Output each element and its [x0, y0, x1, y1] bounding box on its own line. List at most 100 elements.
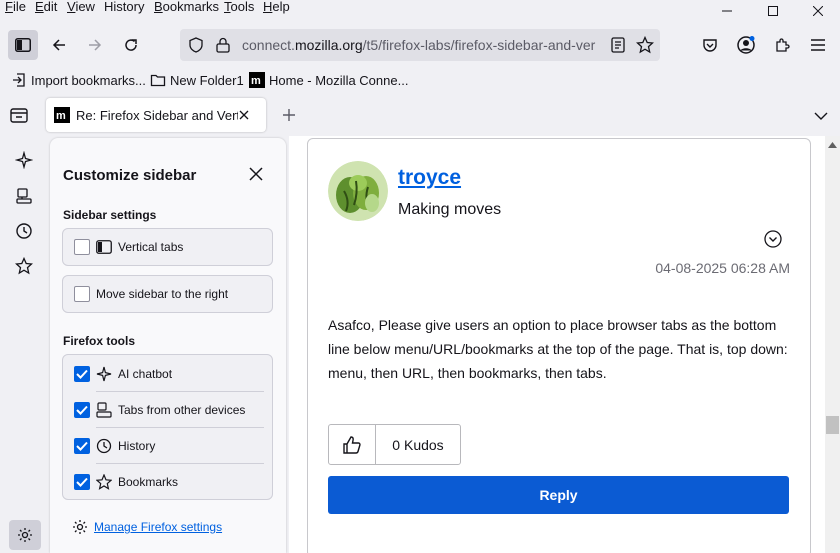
- new-tab-button[interactable]: [281, 107, 297, 126]
- reader-view-icon[interactable]: [610, 37, 626, 53]
- bookmark-label: Import bookmarks...: [31, 72, 146, 88]
- menu-tools[interactable]: Tools: [224, 0, 254, 22]
- bookmarks-checkbox[interactable]: [74, 474, 90, 490]
- bookmark-folder[interactable]: New Folder1: [150, 70, 244, 90]
- shield-icon[interactable]: [188, 37, 204, 53]
- avatar[interactable]: [328, 161, 388, 221]
- launcher-synced-tabs[interactable]: [12, 184, 36, 208]
- list-all-tabs-button[interactable]: [814, 109, 828, 124]
- bookmark-mozilla-connect[interactable]: m Home - Mozilla Conne...: [249, 70, 408, 90]
- firefox-tools-list: AI chatbot Tabs from other devices Histo…: [62, 354, 273, 500]
- menu-edit[interactable]: Edit: [35, 0, 57, 22]
- tool-row-bookmarks[interactable]: Bookmarks: [63, 464, 274, 500]
- minimize-button[interactable]: [704, 0, 750, 22]
- vertical-tabs-label: Vertical tabs: [118, 240, 184, 254]
- folder-icon: [150, 74, 166, 87]
- account-button[interactable]: [731, 30, 761, 60]
- bookmarks-toolbar: Import bookmarks... New Folder1 m Home -…: [0, 66, 840, 94]
- extensions-button[interactable]: [767, 30, 797, 60]
- lock-icon[interactable]: [216, 37, 230, 53]
- svg-text:m: m: [56, 110, 66, 122]
- mozilla-logo-icon: m: [249, 72, 265, 88]
- app-menu-button[interactable]: [803, 30, 833, 60]
- tool-row-history[interactable]: History: [63, 428, 274, 464]
- panel-close-button[interactable]: [246, 164, 266, 184]
- move-sidebar-checkbox[interactable]: [74, 286, 90, 302]
- launcher-history[interactable]: [12, 219, 36, 243]
- manage-settings-row: Manage Firefox settings: [72, 519, 222, 535]
- post-author[interactable]: troyce: [398, 166, 461, 190]
- page-content: troyce Making moves 04-08-2025 06:28 AM …: [289, 136, 825, 553]
- pocket-button[interactable]: [695, 30, 725, 60]
- star-icon[interactable]: [636, 36, 654, 54]
- move-sidebar-row[interactable]: Move sidebar to the right: [63, 276, 274, 312]
- vertical-tabs-row[interactable]: Vertical tabs: [63, 229, 274, 265]
- menu-view[interactable]: View: [67, 0, 95, 22]
- move-sidebar-option: Move sidebar to the right: [62, 275, 273, 313]
- minimize-icon: [722, 10, 732, 12]
- menu-history[interactable]: History: [104, 0, 144, 22]
- synced-tabs-icon: [96, 402, 112, 418]
- gear-icon: [73, 520, 87, 534]
- kudos-widget: 0 Kudos: [328, 424, 461, 465]
- post-datetime: 04-08-2025 06:28 AM: [655, 260, 790, 276]
- synced-tabs-checkbox[interactable]: [74, 402, 90, 418]
- thumbs-up-icon: [343, 435, 361, 454]
- tool-label: Bookmarks: [118, 475, 179, 489]
- scroll-up-arrow-icon[interactable]: [828, 142, 837, 148]
- back-button[interactable]: [44, 30, 74, 60]
- customize-sidebar-button[interactable]: [9, 520, 41, 550]
- synced-tabs-icon: [16, 188, 32, 204]
- ai-chatbot-checkbox[interactable]: [74, 366, 90, 382]
- tool-row-ai-chatbot[interactable]: AI chatbot: [63, 356, 274, 392]
- menu-bar: File Edit View History Bookmarks Tools H…: [0, 0, 840, 22]
- kudos-count: 0 Kudos: [392, 436, 444, 453]
- forward-button[interactable]: [80, 30, 110, 60]
- launcher-ai-chatbot[interactable]: [12, 148, 36, 172]
- sparkle-icon: [15, 151, 33, 169]
- history-checkbox[interactable]: [74, 438, 90, 454]
- maximize-button[interactable]: [750, 0, 796, 22]
- vertical-tabs-option: Vertical tabs: [62, 228, 273, 266]
- page-scrollbar[interactable]: [825, 136, 840, 553]
- tab-close-icon[interactable]: [238, 109, 250, 121]
- reload-button[interactable]: [116, 30, 146, 60]
- tab-strip: m Re: Firefox Sidebar and Vertical: [0, 94, 840, 136]
- tab-title: Re: Firefox Sidebar and Vertical: [76, 107, 238, 123]
- kudos-button[interactable]: [329, 425, 376, 464]
- url-text[interactable]: connect.mozilla.org/t5/firefox-labs/fire…: [242, 37, 600, 53]
- menu-bookmarks[interactable]: Bookmarks: [154, 0, 219, 22]
- post-options-button[interactable]: [764, 230, 782, 248]
- url-bar[interactable]: connect.mozilla.org/t5/firefox-labs/fire…: [180, 29, 660, 61]
- scroll-thumb[interactable]: [826, 416, 839, 434]
- reload-icon: [125, 39, 137, 51]
- chevron-down-icon: [814, 112, 828, 120]
- manage-settings-link[interactable]: Manage Firefox settings: [94, 520, 222, 534]
- menu-help[interactable]: Help: [263, 0, 290, 22]
- menu-file[interactable]: File: [5, 0, 26, 22]
- launcher-bookmarks[interactable]: [12, 254, 36, 278]
- firefox-view-button[interactable]: [10, 107, 28, 126]
- tab-active[interactable]: m Re: Firefox Sidebar and Vertical: [46, 98, 266, 132]
- tool-row-synced-tabs[interactable]: Tabs from other devices: [63, 392, 274, 428]
- sidebar-toggle-button[interactable]: [8, 30, 38, 60]
- move-sidebar-label: Move sidebar to the right: [96, 287, 229, 301]
- tool-label: Tabs from other devices: [118, 403, 246, 417]
- forward-arrow-icon: [89, 39, 102, 51]
- firefox-view-icon: [10, 108, 28, 123]
- sidebar-icon: [15, 38, 31, 52]
- bookmark-label: New Folder1: [170, 72, 244, 88]
- checkmark-icon: [76, 477, 88, 487]
- bookmark-import[interactable]: Import bookmarks...: [11, 70, 146, 90]
- tool-label: AI chatbot: [118, 367, 173, 381]
- close-icon: [813, 6, 823, 16]
- back-arrow-icon: [52, 39, 65, 51]
- close-window-button[interactable]: [795, 0, 840, 22]
- reply-button[interactable]: Reply: [328, 476, 789, 514]
- bookmark-label: Home - Mozilla Conne...: [269, 72, 409, 88]
- panel-title: Customize sidebar: [63, 167, 197, 184]
- sidebar-launcher: [0, 136, 48, 553]
- firefox-tools-heading: Firefox tools: [63, 334, 136, 348]
- puzzle-icon: [776, 38, 790, 52]
- vertical-tabs-checkbox[interactable]: [74, 239, 90, 255]
